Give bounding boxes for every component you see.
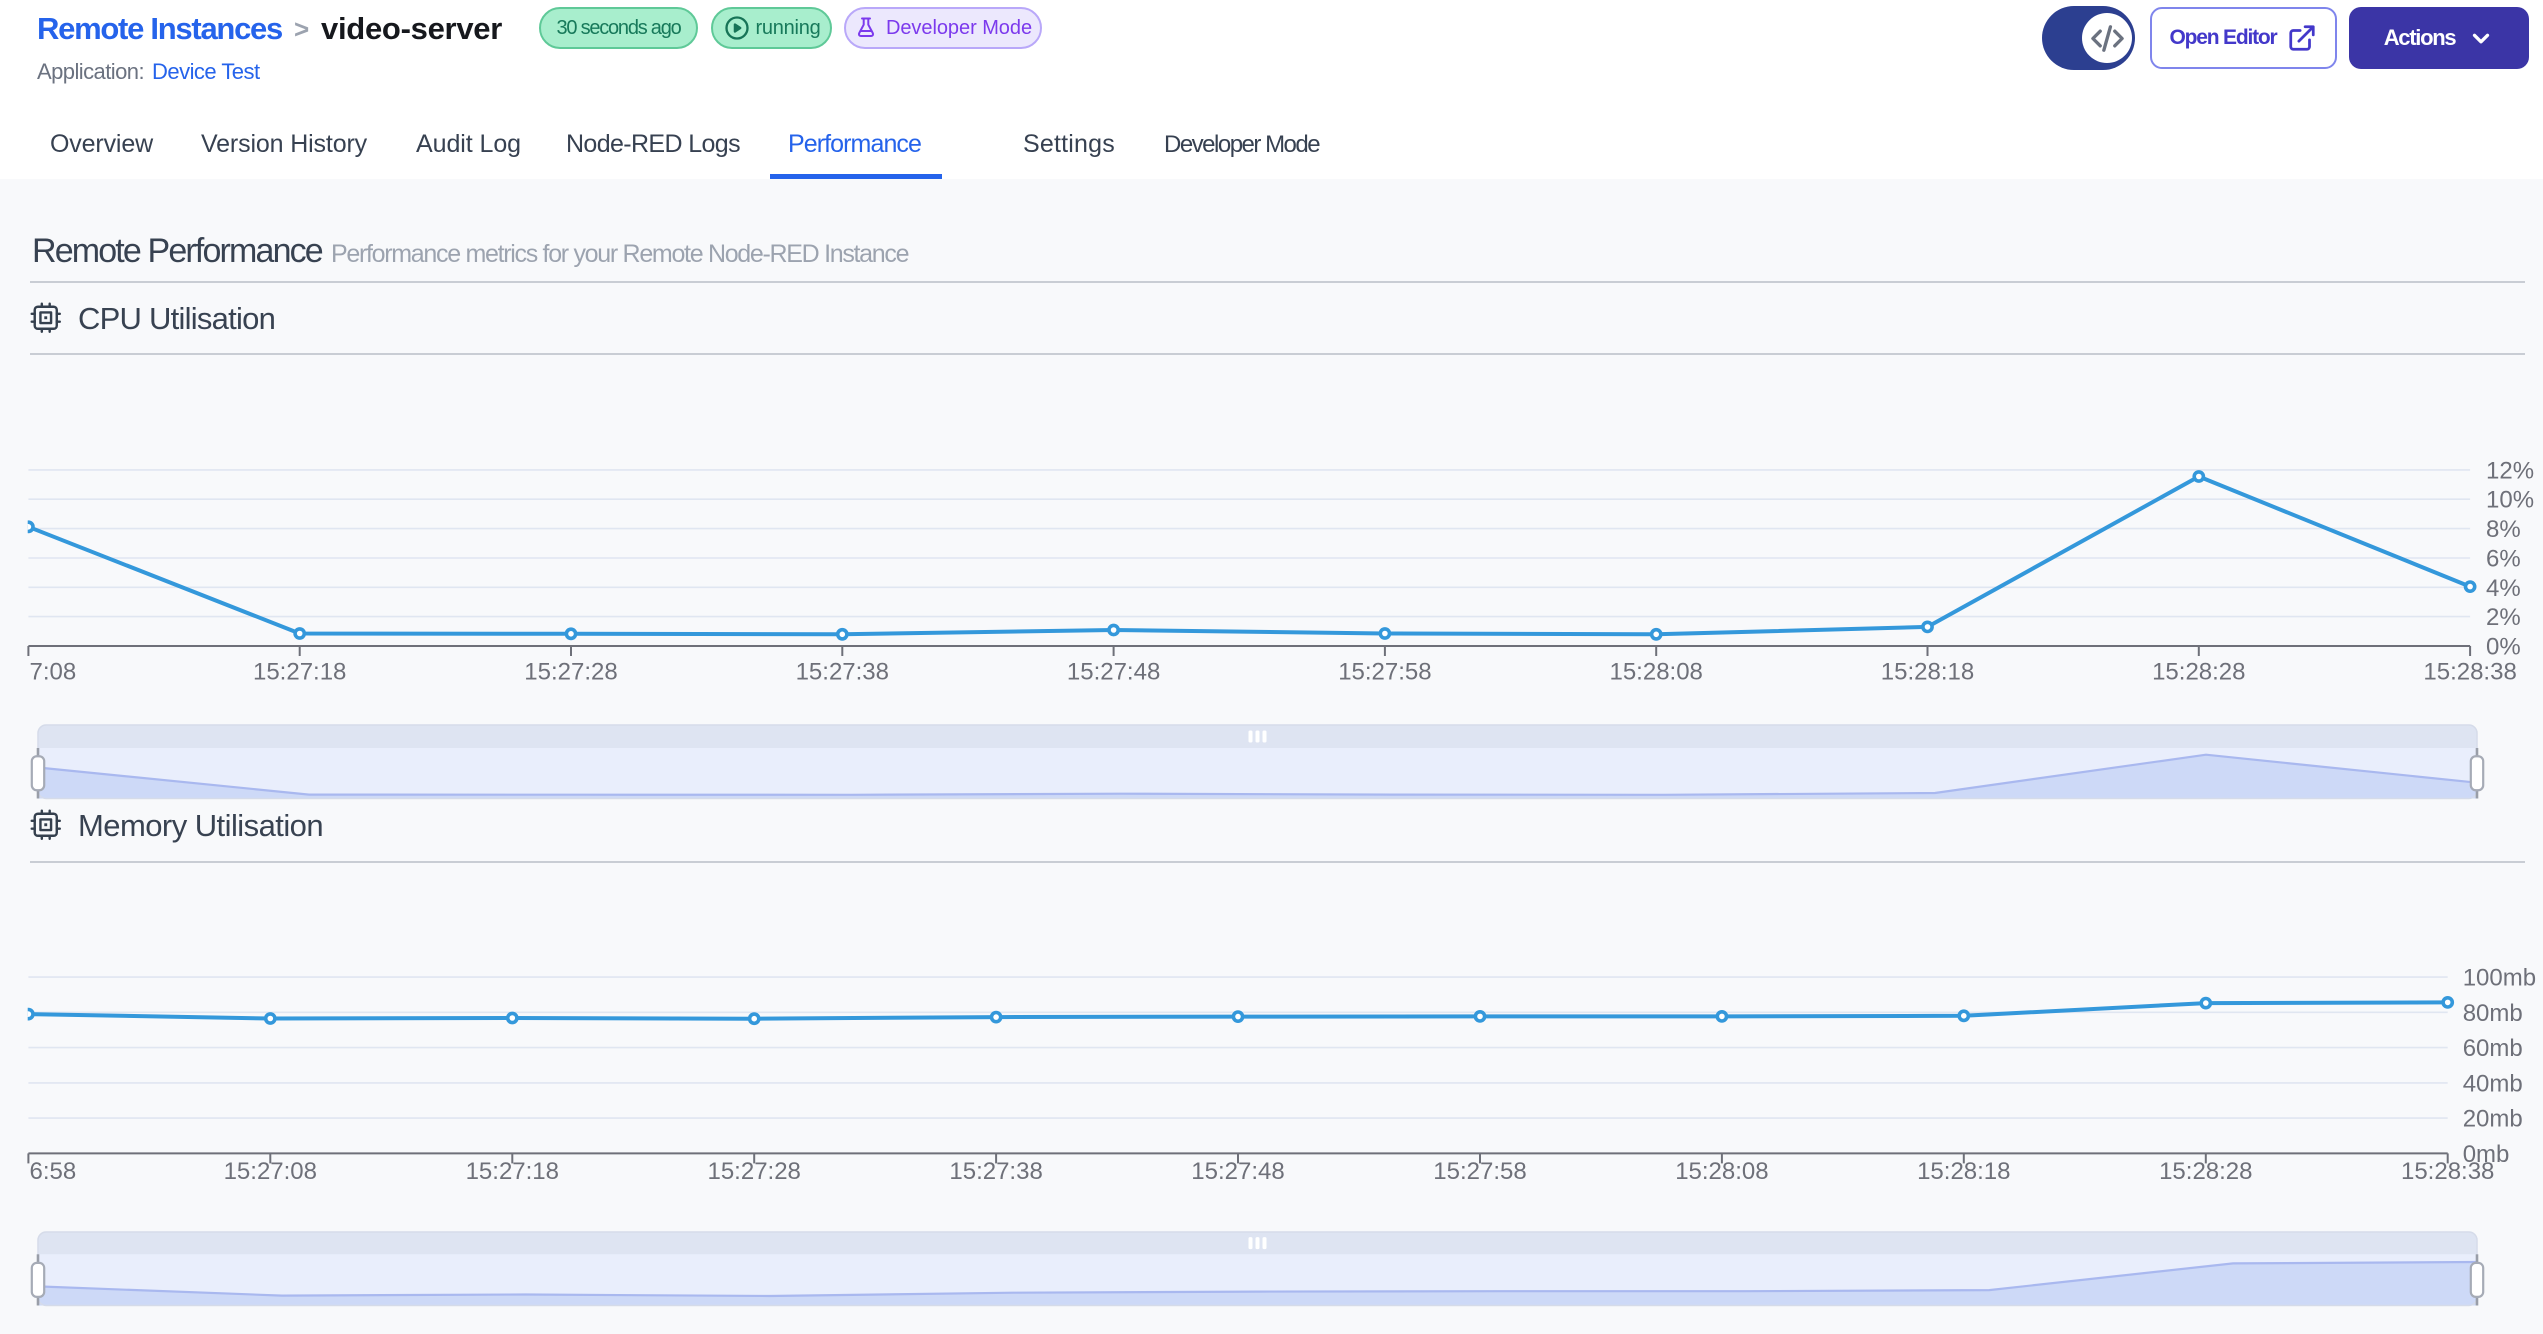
svg-text:2%: 2% <box>2486 604 2521 631</box>
svg-text:15:27:18: 15:27:18 <box>253 658 346 685</box>
svg-text:20mb: 20mb <box>2463 1106 2523 1133</box>
svg-text:15:27:28: 15:27:28 <box>707 1158 800 1185</box>
svg-text:15:28:38: 15:28:38 <box>2423 658 2516 685</box>
svg-text:100mb: 100mb <box>2463 965 2536 992</box>
svg-text:7:08: 7:08 <box>30 658 77 685</box>
svg-text:15:28:28: 15:28:28 <box>2159 1158 2252 1185</box>
svg-text:0%: 0% <box>2486 634 2521 661</box>
svg-text:15:27:48: 15:27:48 <box>1191 1158 1284 1185</box>
svg-text:15:28:08: 15:28:08 <box>1609 658 1702 685</box>
svg-text:15:28:18: 15:28:18 <box>1917 1158 2010 1185</box>
svg-text:80mb: 80mb <box>2463 1000 2523 1027</box>
svg-text:15:27:38: 15:27:38 <box>949 1158 1042 1185</box>
svg-text:15:27:28: 15:27:28 <box>524 658 617 685</box>
svg-text:15:27:58: 15:27:58 <box>1433 1158 1526 1185</box>
svg-text:15:27:18: 15:27:18 <box>466 1158 559 1185</box>
svg-text:10%: 10% <box>2486 487 2534 514</box>
svg-text:8%: 8% <box>2486 516 2521 543</box>
svg-text:15:28:38: 15:28:38 <box>2401 1158 2494 1185</box>
svg-text:40mb: 40mb <box>2463 1070 2523 1097</box>
svg-text:6%: 6% <box>2486 546 2521 573</box>
svg-text:15:27:48: 15:27:48 <box>1067 658 1160 685</box>
svg-text:60mb: 60mb <box>2463 1035 2523 1062</box>
svg-text:15:27:08: 15:27:08 <box>224 1158 317 1185</box>
svg-text:6:58: 6:58 <box>30 1158 77 1185</box>
svg-text:15:27:58: 15:27:58 <box>1338 658 1431 685</box>
svg-text:15:27:38: 15:27:38 <box>796 658 889 685</box>
svg-text:4%: 4% <box>2486 575 2521 602</box>
svg-text:12%: 12% <box>2486 457 2534 484</box>
svg-text:15:28:18: 15:28:18 <box>1881 658 1974 685</box>
svg-text:15:28:08: 15:28:08 <box>1675 1158 1768 1185</box>
svg-text:15:28:28: 15:28:28 <box>2152 658 2245 685</box>
